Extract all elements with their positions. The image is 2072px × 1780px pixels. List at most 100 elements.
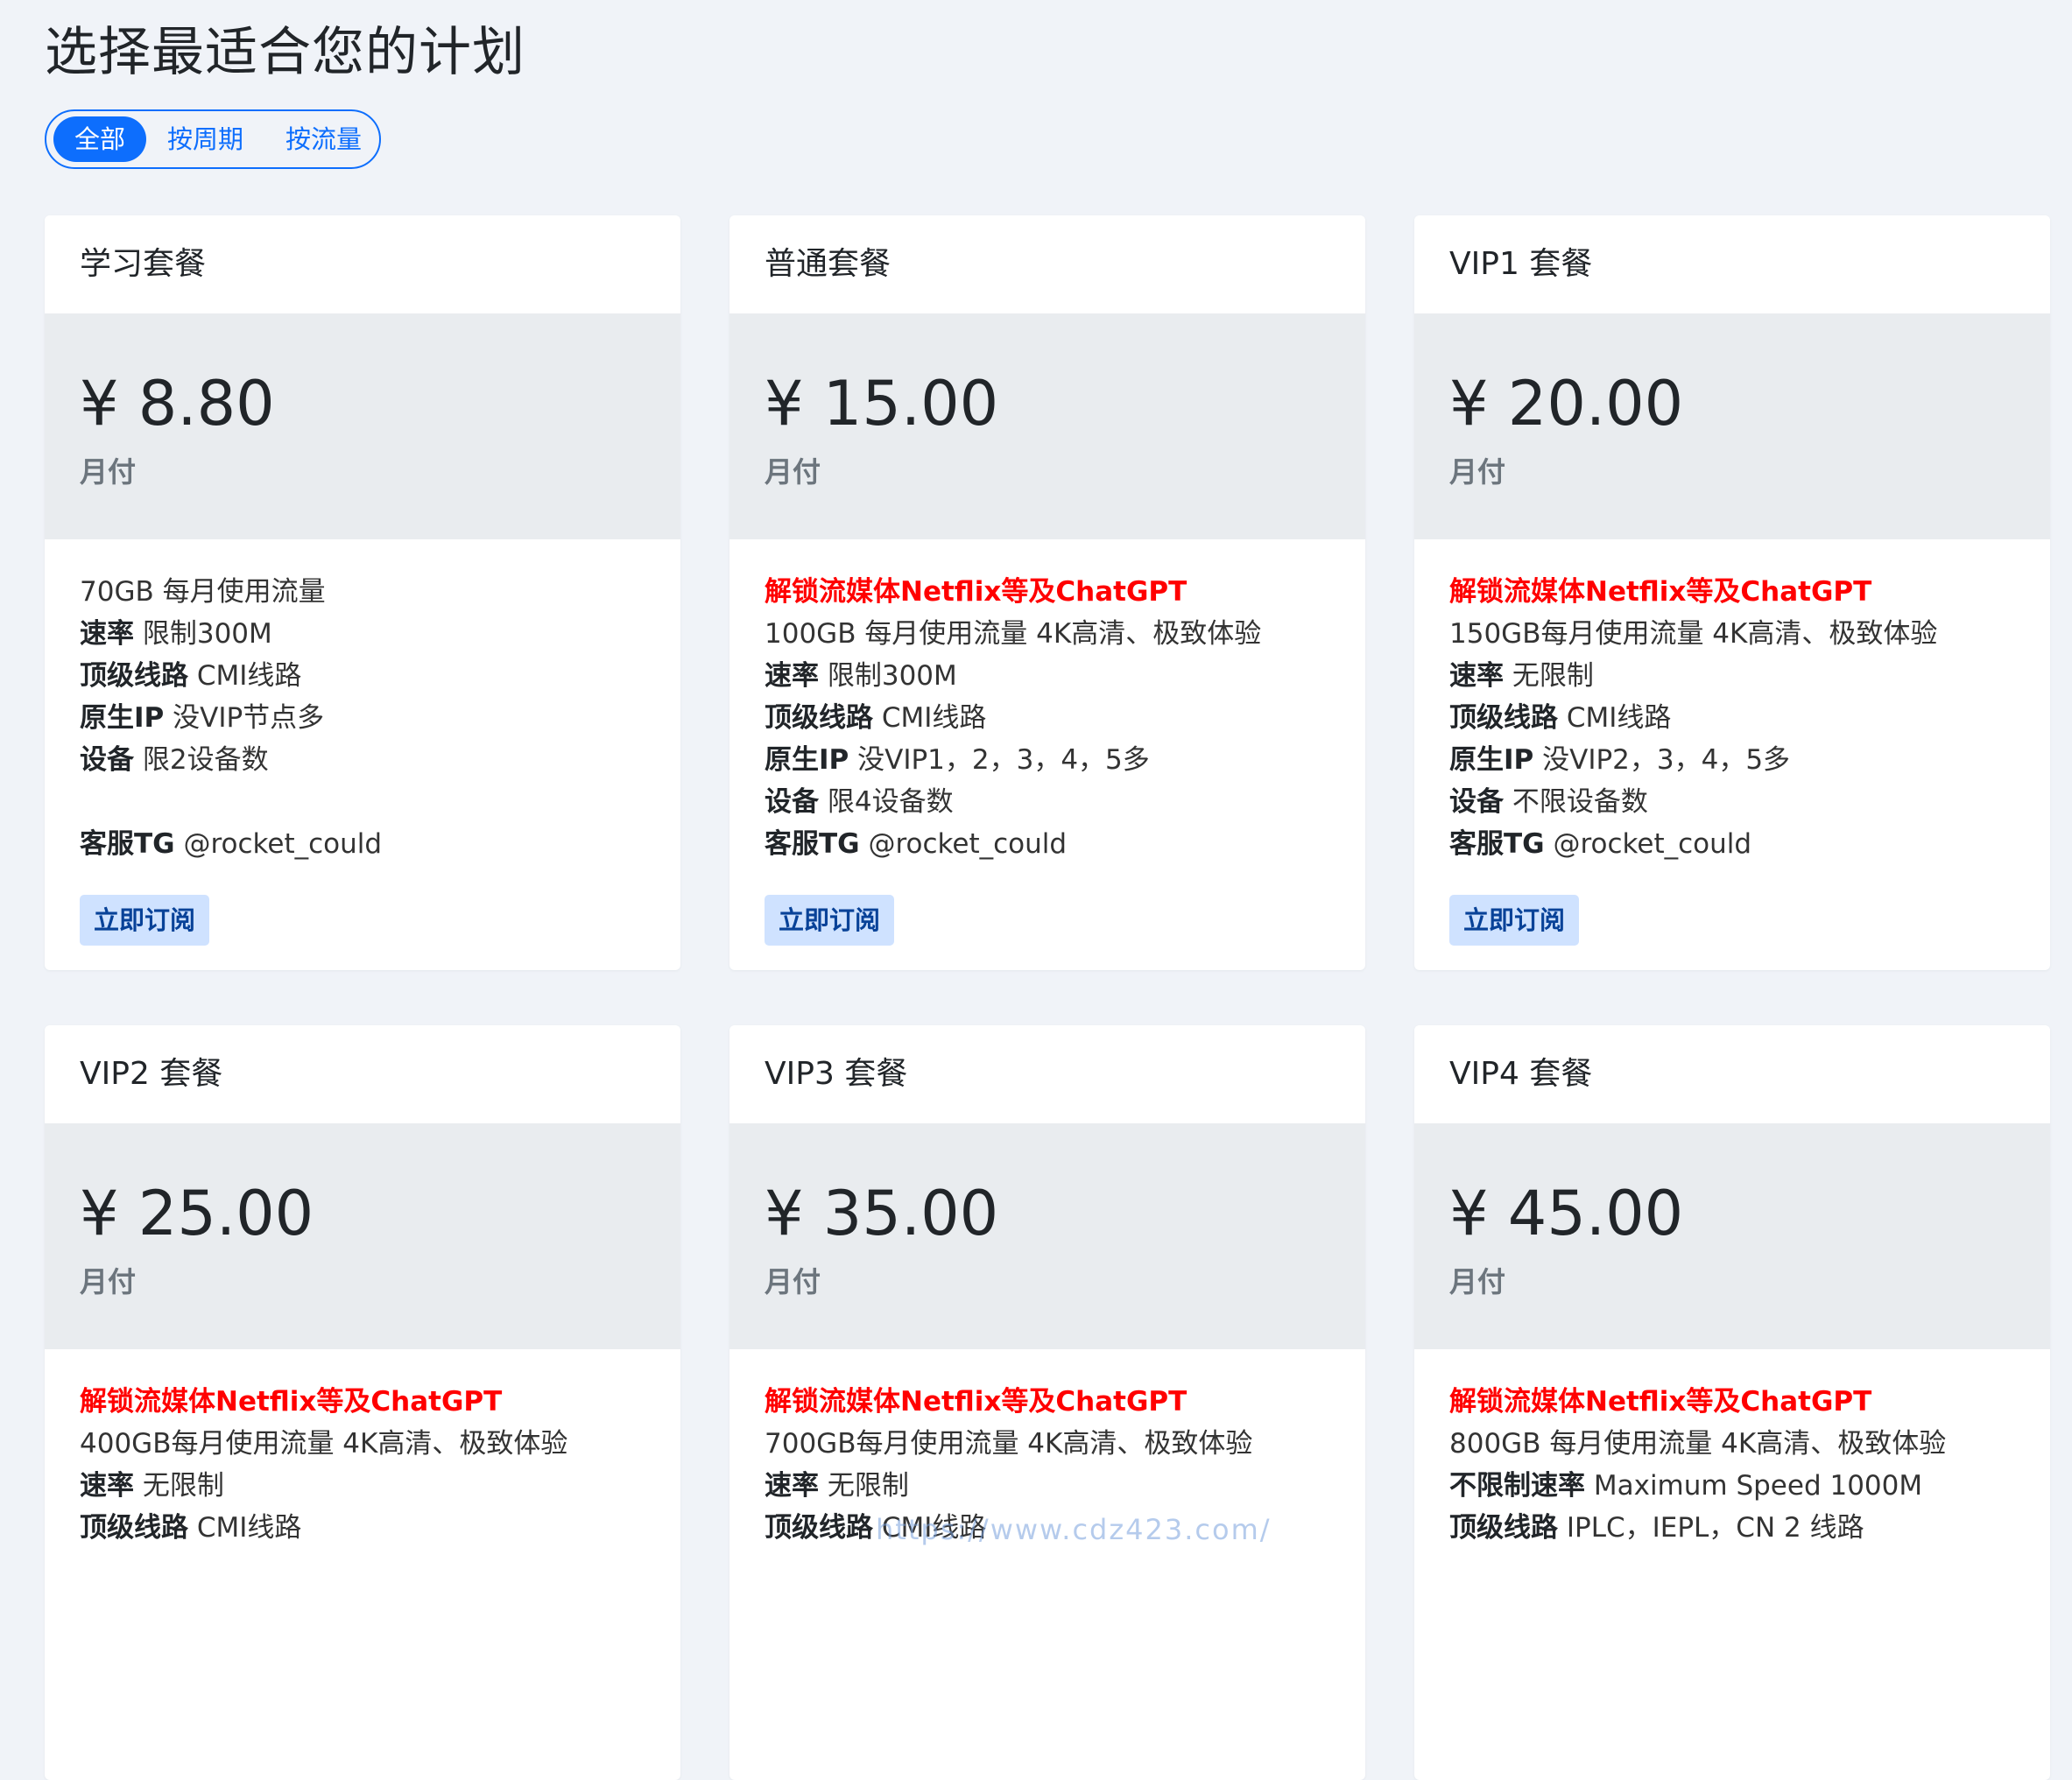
price-box: ¥ 35.00 月付 (729, 1123, 1365, 1349)
price-box: ¥ 45.00 月付 (1414, 1123, 2050, 1349)
feature-line: 原生IP 没VIP1，2，3，4，5多 (765, 739, 1330, 781)
feature-text: CMI线路 (873, 1512, 987, 1544)
feature-label: 客服TG (765, 828, 860, 860)
plan-name: VIP4 套餐 (1414, 1025, 2050, 1123)
plan-name: VIP1 套餐 (1414, 215, 2050, 313)
plan-features: 解锁流媒体Netflix等及ChatGPT 400GB每月使用流量 4K高清、极致… (45, 1349, 680, 1780)
feature-line: 解锁流媒体Netflix等及ChatGPT (1449, 571, 2015, 613)
plan-period: 月付 (765, 455, 821, 489)
feature-text: 150GB每月使用流量 4K高清、极致体验 (1449, 618, 1938, 650)
plan-price: ¥ 25.00 (80, 1178, 314, 1249)
feature-line: 原生IP 没VIP2，3，4，5多 (1449, 739, 2015, 781)
plan-card-2: 普通套餐 ¥ 15.00 月付 解锁流媒体Netflix等及ChatGPT 100… (729, 215, 1365, 970)
feature-label: 顶级线路 (1449, 702, 1558, 734)
feature-label: 设备 (80, 744, 134, 776)
feature-line: 不限制速率 Maximum Speed 1000M (1449, 1465, 2015, 1507)
feature-line: 顶级线路 IPLC，IEPL，CN 2 线路 (1449, 1507, 2015, 1549)
feature-line: 700GB每月使用流量 4K高清、极致体验 (765, 1423, 1330, 1465)
feature-text: 限制300M (819, 660, 957, 692)
feature-line: 速率 无限制 (80, 1465, 645, 1507)
feature-line: 设备 不限设备数 (1449, 781, 2015, 823)
feature-line: 顶级线路 CMI线路 (765, 1507, 1330, 1549)
feature-label: 设备 (765, 786, 819, 818)
plan-period: 月付 (80, 1265, 137, 1298)
feature-line: 速率 无限制 (1449, 655, 2015, 697)
feature-label: 顶级线路 (1449, 1512, 1558, 1544)
plan-name: VIP3 套餐 (729, 1025, 1365, 1123)
feature-line: 客服TG @rocket_could (80, 823, 645, 865)
feature-label: 速率 (80, 618, 134, 650)
feature-line: 顶级线路 CMI线路 (765, 697, 1330, 739)
feature-label: 速率 (80, 1470, 134, 1502)
subscribe-button[interactable]: 立即订阅 (765, 895, 895, 946)
feature-label: 不限制速率 (1449, 1470, 1585, 1502)
feature-line: 解锁流媒体Netflix等及ChatGPT (765, 1381, 1330, 1423)
plan-period: 月付 (1449, 1265, 1506, 1298)
plan-features: 解锁流媒体Netflix等及ChatGPT 700GB每月使用流量 4K高清、极致… (729, 1349, 1365, 1780)
plan-name: VIP2 套餐 (45, 1025, 680, 1123)
feature-text: 解锁流媒体Netflix等及ChatGPT (765, 576, 1188, 608)
feature-label: 原生IP (765, 744, 849, 776)
feature-label: 客服TG (1449, 828, 1545, 860)
filter-by-traffic-button[interactable]: 按流量 (264, 116, 383, 162)
feature-label: 速率 (765, 1470, 819, 1502)
feature-label: 客服TG (80, 828, 175, 860)
feature-text: 解锁流媒体Netflix等及ChatGPT (1449, 576, 1872, 608)
feature-label: 速率 (765, 660, 819, 692)
feature-text: 没VIP1，2，3，4，5多 (849, 744, 1150, 776)
price-box: ¥ 25.00 月付 (45, 1123, 680, 1349)
plan-card-3: VIP1 套餐 ¥ 20.00 月付 解锁流媒体Netflix等及ChatGPT… (1414, 215, 2050, 970)
feature-text: 没VIP节点多 (164, 702, 325, 734)
feature-label: 原生IP (80, 702, 165, 734)
subscribe-button[interactable]: 立即订阅 (80, 895, 210, 946)
feature-text: CMI线路 (188, 1512, 302, 1544)
feature-text: IPLC，IEPL，CN 2 线路 (1558, 1512, 1864, 1544)
subscribe-button[interactable]: 立即订阅 (1449, 895, 1580, 946)
feature-line: 顶级线路 CMI线路 (80, 1507, 645, 1549)
feature-text: 解锁流媒体Netflix等及ChatGPT (1449, 1386, 1872, 1418)
filter-by-period-button[interactable]: 按周期 (146, 116, 264, 162)
feature-line: 解锁流媒体Netflix等及ChatGPT (765, 571, 1330, 613)
feature-label: 原生IP (1449, 744, 1534, 776)
plan-price: ¥ 15.00 (765, 368, 999, 440)
feature-label: 顶级线路 (80, 1512, 188, 1544)
feature-line: 解锁流媒体Netflix等及ChatGPT (80, 1381, 645, 1423)
plan-features: 解锁流媒体Netflix等及ChatGPT 150GB每月使用流量 4K高清、极致… (1414, 539, 2050, 970)
feature-line: 客服TG @rocket_could (1449, 823, 2015, 865)
feature-text: 无限制 (134, 1470, 224, 1502)
feature-line: 速率 限制300M (80, 613, 645, 655)
feature-line: 解锁流媒体Netflix等及ChatGPT (1449, 1381, 2015, 1423)
plan-name: 学习套餐 (45, 215, 680, 313)
feature-line: 顶级线路 CMI线路 (80, 655, 645, 697)
plan-price: ¥ 35.00 (765, 1178, 999, 1249)
plan-cards-grid: 学习套餐 ¥ 8.80 月付 70GB 每月使用流量 速率 限制300M 顶级线路 … (45, 215, 2050, 1780)
plan-card-5: VIP3 套餐 ¥ 35.00 月付 解锁流媒体Netflix等及ChatGPT… (729, 1025, 1365, 1780)
feature-text: 限2设备数 (134, 744, 269, 776)
feature-label: 顶级线路 (765, 1512, 873, 1544)
feature-line: 100GB 每月使用流量 4K高清、极致体验 (765, 613, 1330, 655)
feature-line: 150GB每月使用流量 4K高清、极致体验 (1449, 613, 2015, 655)
feature-text: 解锁流媒体Netflix等及ChatGPT (80, 1386, 503, 1418)
feature-label: 顶级线路 (765, 702, 873, 734)
feature-text: Maximum Speed 1000M (1585, 1470, 1923, 1502)
feature-text: 无限制 (1504, 660, 1594, 692)
filter-all-button[interactable]: 全部 (53, 116, 147, 162)
feature-text: 70GB 每月使用流量 (80, 576, 326, 608)
page-title: 选择最适合您的计划 (45, 22, 525, 83)
feature-text: 限制300M (134, 618, 272, 650)
feature-text: 400GB每月使用流量 4K高清、极致体验 (80, 1428, 568, 1460)
feature-line: 400GB每月使用流量 4K高清、极致体验 (80, 1423, 645, 1465)
feature-line: 70GB 每月使用流量 (80, 571, 645, 613)
feature-text: 没VIP2，3，4，5多 (1533, 744, 1791, 776)
feature-text: 800GB 每月使用流量 4K高清、极致体验 (1449, 1428, 1947, 1460)
feature-line: 设备 限4设备数 (765, 781, 1330, 823)
feature-text: 限4设备数 (819, 786, 954, 818)
feature-line: 设备 限2设备数 (80, 739, 645, 781)
plan-period: 月付 (765, 1265, 821, 1298)
price-box: ¥ 8.80 月付 (45, 313, 680, 539)
feature-line: 速率 无限制 (765, 1465, 1330, 1507)
feature-line: 顶级线路 CMI线路 (1449, 697, 2015, 739)
plan-name: 普通套餐 (729, 215, 1365, 313)
plan-features: 70GB 每月使用流量 速率 限制300M 顶级线路 CMI线路 原生IP 没VIP节… (45, 539, 680, 970)
feature-text: @rocket_could (859, 828, 1068, 860)
